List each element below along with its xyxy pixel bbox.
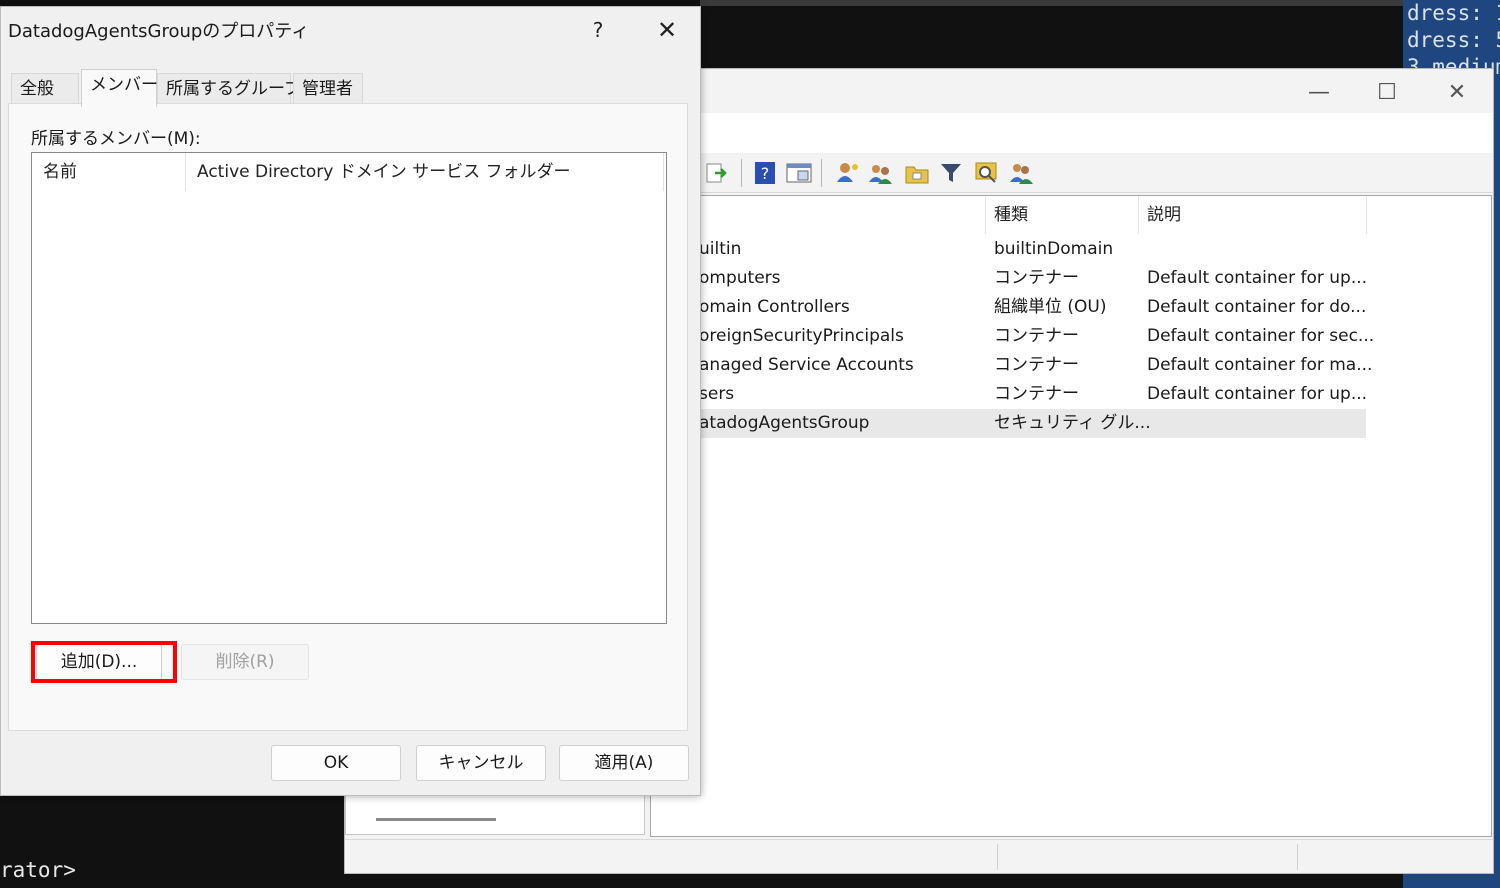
members-list[interactable]: 名前 Active Directory ドメイン サービス フォルダー — [31, 152, 667, 624]
list-item[interactable]: uiltin builtinDomain — [651, 235, 1491, 264]
column-header-ad-folder[interactable]: Active Directory ドメイン サービス フォルダー — [186, 153, 664, 191]
tab-member-of[interactable]: 所属するグループ — [157, 73, 301, 105]
column-header-member-name[interactable]: 名前 — [32, 153, 186, 191]
close-icon[interactable]: ✕ — [1427, 73, 1487, 111]
apply-button[interactable]: 適用(A) — [559, 745, 689, 781]
export-list-icon[interactable] — [703, 159, 731, 187]
tree-horizontal-scrollbar[interactable] — [376, 818, 496, 821]
find-icon[interactable] — [973, 159, 1001, 187]
object-list-pane[interactable]: 種類 説明 uiltin builtinDomain omputers コンテナ… — [650, 195, 1492, 837]
console-view-icon[interactable] — [785, 159, 813, 187]
console-line: dress: 52. — [1407, 28, 1500, 52]
terminal-prompt: rator> — [0, 858, 76, 882]
new-group-icon[interactable] — [867, 159, 895, 187]
column-header-name[interactable] — [651, 196, 986, 234]
list-header: 種類 説明 — [651, 196, 1491, 234]
list-item-selected[interactable]: atadogAgentsGroup セキュリティ グル... — [651, 409, 1366, 438]
members-label: 所属するメンバー(M): — [31, 129, 201, 149]
help-icon[interactable]: ? — [751, 159, 779, 187]
add-member-button[interactable]: 追加(D)... — [36, 644, 162, 680]
list-item[interactable]: omputers コンテナー Default container for up.… — [651, 264, 1491, 293]
svg-text:?: ? — [761, 164, 770, 183]
remove-member-button[interactable]: 削除(R) — [181, 644, 309, 680]
list-item[interactable]: omain Controllers 組織単位 (OU) Default cont… — [651, 293, 1491, 322]
tab-general[interactable]: 全般 — [11, 73, 79, 105]
help-button[interactable]: ? — [583, 13, 613, 47]
close-button[interactable]: ✕ — [649, 13, 685, 47]
new-ou-icon[interactable] — [903, 159, 931, 187]
maximize-icon[interactable]: ☐ — [1357, 73, 1417, 111]
list-item[interactable]: anaged Service Accounts コンテナー Default co… — [651, 351, 1491, 380]
minimize-icon[interactable]: — — [1289, 73, 1349, 111]
filter-icon[interactable] — [937, 159, 965, 187]
aduc-statusbar — [345, 839, 1493, 873]
dialog-title: DatadogAgentsGroupのプロパティ — [8, 21, 310, 42]
column-header-type[interactable]: 種類 — [986, 196, 1139, 234]
terminal-titlebar-edge — [700, 0, 1405, 6]
console-line: dress: 10 — [1407, 1, 1500, 25]
tab-managed-by[interactable]: 管理者 — [293, 73, 363, 105]
group-properties-dialog: DatadogAgentsGroupのプロパティ ? ✕ 全般 メンバー 所属す… — [0, 6, 701, 796]
column-header-description[interactable]: 説明 — [1139, 196, 1367, 234]
ok-button[interactable]: OK — [271, 745, 401, 781]
members-tab-panel: 所属するメンバー(M): 名前 Active Directory ドメイン サー… — [8, 103, 688, 731]
list-item[interactable]: oreignSecurityPrincipals コンテナー Default c… — [651, 322, 1491, 351]
tab-members[interactable]: メンバー — [81, 69, 158, 107]
cancel-button[interactable]: キャンセル — [416, 745, 546, 781]
add-to-group-icon[interactable] — [1007, 159, 1035, 187]
new-user-icon[interactable] — [833, 159, 861, 187]
list-item[interactable]: sers コンテナー Default container for up... — [651, 380, 1491, 409]
